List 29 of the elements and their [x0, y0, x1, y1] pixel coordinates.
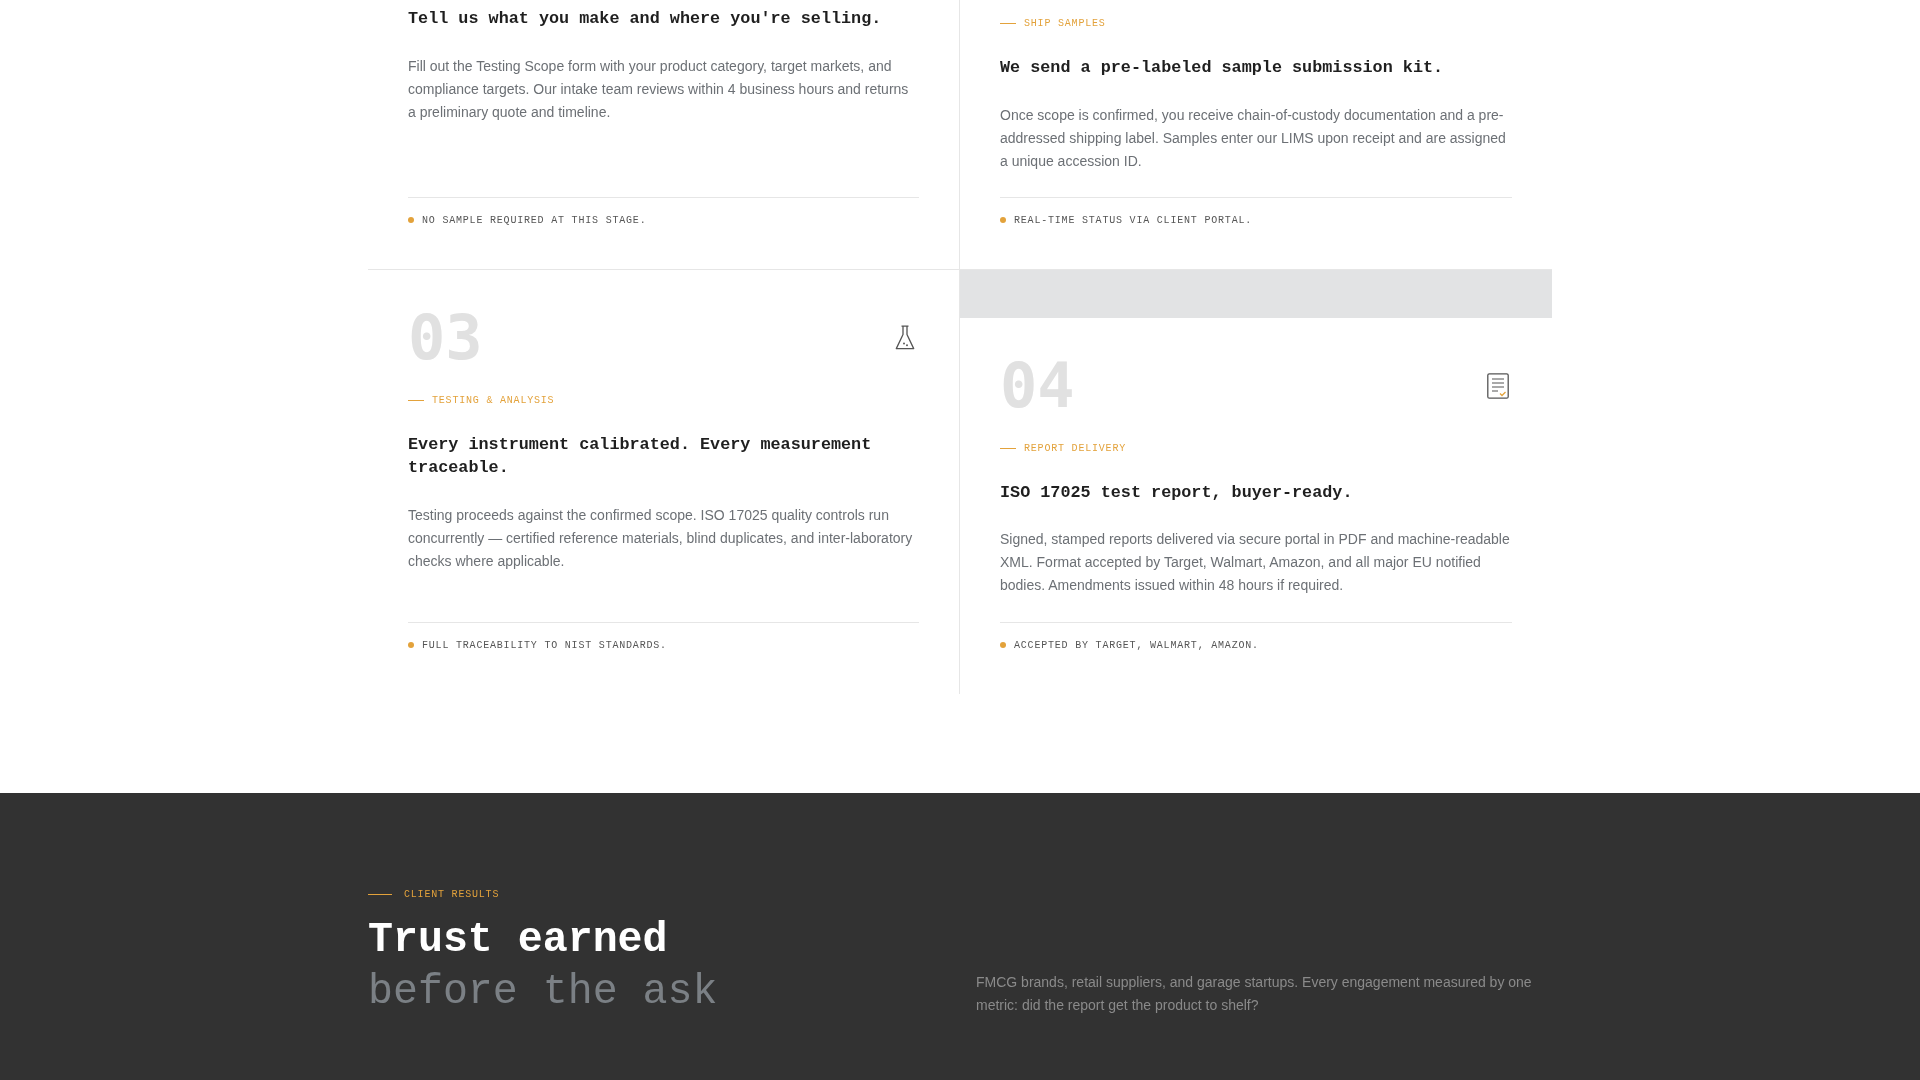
step-label: REPORT DELIVERY — [1024, 441, 1126, 456]
step-note: NO SAMPLE REQUIRED AT THIS STAGE. — [422, 213, 647, 228]
step-note: ACCEPTED BY TARGET, WALMART, AMAZON. — [1014, 638, 1259, 653]
step-label: SHIP SAMPLES — [1024, 17, 1106, 31]
dot-icon — [1000, 642, 1006, 649]
step-description: Testing proceeds against the confirmed scope. ISO 17025 quality controls run concurrently — certified reference materials, blind duplicates, and inter-laboratory checks where applicable. — [408, 505, 914, 571]
step-description: Once scope is confirmed, you receive chain-of-custody documentation and a pre-addressed shipping label. Samples enter our LIMS upon receipt and are assigned a unique accession ID. — [1000, 105, 1507, 171]
flask-icon — [895, 325, 915, 351]
step-note: REAL-TIME STATUS VIA CLIENT PORTAL. — [1014, 213, 1253, 228]
step-heading: We send a pre-labeled sample submission kit. — [1000, 57, 1445, 79]
accent-line — [408, 399, 424, 401]
step-heading: Tell us what you make and where you're selling. — [408, 8, 883, 30]
accent-line — [1000, 23, 1016, 24]
step-heading: ISO 17025 test report, buyer-ready. — [1000, 481, 1354, 504]
step-note: FULL TRACEABILITY TO NIST STANDARDS. — [422, 638, 667, 653]
section-intro: FMCG brands, retail suppliers, and garage startups. Every engagement measured by one metric: did the report get the product to shelf? — [976, 972, 1533, 1015]
step-description: Fill out the Testing Scope form with your product category, target markets, and compliance targets. Our intake team reviews within 4 business hours and returns a preliminary quote and timeline. — [408, 56, 910, 122]
section-eyebrow: CLIENT RESULTS — [404, 887, 500, 902]
section-subtitle: before the ask — [368, 966, 719, 1017]
dot-icon — [408, 642, 414, 649]
step-heading: Every instrument calibrated. Every measurement traceable. — [408, 433, 873, 480]
dot-icon — [1000, 217, 1006, 224]
accent-line — [368, 893, 392, 895]
step-description: Signed, stamped reports delivered via secure portal in PDF and machine-readable XML. Format accepted by Target, Walmart, Amazon, and all major EU notified bodies. Amendments issued within 48 hours if required. — [1000, 530, 1511, 596]
accent-line — [1000, 447, 1016, 449]
document-check-icon — [1487, 372, 1509, 399]
dot-icon — [408, 217, 414, 224]
section-title: Trust earned — [368, 914, 669, 965]
step-label: TESTING & ANALYSIS — [432, 393, 555, 408]
